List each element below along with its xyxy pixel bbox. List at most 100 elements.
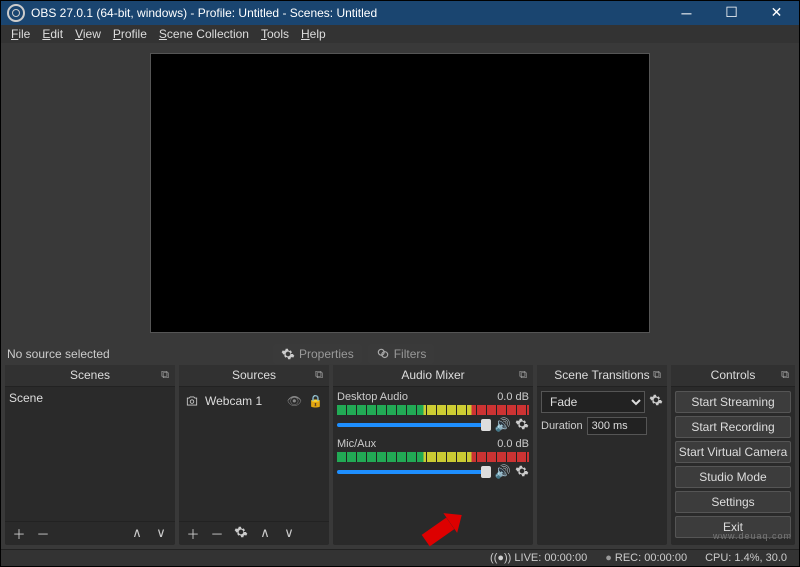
track-name: Desktop Audio [337,391,408,403]
sources-undock-icon[interactable]: ⧉ [315,369,323,382]
app-icon [7,4,25,22]
scene-down-button[interactable]: ∨ [151,525,171,541]
sources-header: Sources ⧉ [179,365,329,387]
menu-tools[interactable]: Tools [257,25,293,43]
broadcast-icon: ((●)) [490,552,511,564]
no-source-label: No source selected [7,347,267,361]
audio-track-desktop: Desktop Audio 0.0 dB 🔊 [337,391,529,434]
source-item[interactable]: Webcam 1 👁 🔒 [183,391,325,411]
controls-panel: Controls ⧉ Start Streaming Start Recordi… [671,365,795,545]
menu-view[interactable]: View [71,25,105,43]
filter-icon [376,347,390,361]
scene-add-button[interactable]: ＋ [9,524,29,543]
camera-icon [185,394,199,408]
close-button[interactable]: ✕ [754,1,799,25]
scenes-undock-icon[interactable]: ⧉ [161,369,169,382]
scenes-panel: Scenes ⧉ Scene ＋ － ∧ ∨ [5,365,175,545]
mixer-title: Audio Mixer [401,368,464,382]
speaker-icon[interactable]: 🔊 [495,417,511,433]
sources-list[interactable]: Webcam 1 👁 🔒 [179,387,329,521]
settings-button[interactable]: Settings [675,491,791,513]
transitions-body: Fade Duration [537,387,667,545]
scenes-title: Scenes [70,368,110,382]
transitions-header: Scene Transitions ⧉ [537,365,667,387]
filters-label: Filters [394,347,427,361]
menu-scene-collection[interactable]: Scene Collection [155,25,253,43]
mixer-body: Desktop Audio 0.0 dB 🔊 Mic/Aux [333,387,533,545]
scene-item[interactable]: Scene [9,391,171,405]
transitions-title: Scene Transitions [554,368,649,382]
app-window: OBS 27.0.1 (64-bit, windows) - Profile: … [0,0,800,567]
sources-footer: ＋ － ∧ ∨ [179,521,329,545]
controls-header: Controls ⧉ [671,365,795,387]
properties-button[interactable]: Properties [273,344,362,364]
scenes-header: Scenes ⧉ [5,365,175,387]
minimize-button[interactable]: ─ [664,1,709,25]
source-add-button[interactable]: ＋ [183,524,203,543]
gear-icon [515,464,529,478]
live-status: ((●)) LIVE: 00:00:00 [490,552,587,564]
transitions-panel: Scene Transitions ⧉ Fade Duration [537,365,667,545]
filters-button[interactable]: Filters [368,344,435,364]
transitions-undock-icon[interactable]: ⧉ [653,369,661,382]
properties-label: Properties [299,347,354,361]
lock-toggle-icon[interactable]: 🔒 [308,394,323,408]
track-db: 0.0 dB [497,438,529,450]
menu-edit[interactable]: Edit [38,25,67,43]
track-db: 0.0 dB [497,391,529,403]
menu-profile[interactable]: Profile [109,25,151,43]
slider-thumb[interactable] [481,419,491,431]
volume-slider[interactable] [337,423,491,427]
start-virtual-camera-button[interactable]: Start Virtual Camera [675,441,791,463]
gear-icon [234,525,248,539]
source-up-button[interactable]: ∧ [255,525,275,541]
gear-icon [649,393,663,407]
preview-area [1,43,799,343]
scenes-list[interactable]: Scene [5,387,175,521]
audio-mixer-panel: Audio Mixer ⧉ Desktop Audio 0.0 dB 🔊 [333,365,533,545]
controls-undock-icon[interactable]: ⧉ [781,369,789,382]
speaker-icon[interactable]: 🔊 [495,464,511,480]
gear-icon [281,347,295,361]
dock-panels: Scenes ⧉ Scene ＋ － ∧ ∨ Sources ⧉ [1,365,799,549]
transition-settings-button[interactable] [649,393,663,410]
audio-track-mic: Mic/Aux 0.0 dB 🔊 [337,438,529,481]
scene-up-button[interactable]: ∧ [127,525,147,541]
scenes-footer: ＋ － ∧ ∨ [5,521,175,545]
track-name: Mic/Aux [337,438,376,450]
menubar: File Edit View Profile Scene Collection … [1,25,799,43]
duration-input[interactable] [587,417,647,435]
sources-title: Sources [232,368,276,382]
track-settings-button[interactable] [515,417,529,434]
track-settings-button[interactable] [515,464,529,481]
watermark: www.deuaq.com [713,531,792,541]
slider-thumb[interactable] [481,466,491,478]
rec-status: ● REC: 00:00:00 [605,552,687,564]
start-streaming-button[interactable]: Start Streaming [675,391,791,413]
window-title: OBS 27.0.1 (64-bit, windows) - Profile: … [31,6,664,20]
transition-select[interactable]: Fade [541,391,645,413]
volume-meter [337,452,529,462]
visibility-toggle-icon[interactable]: 👁 [287,394,302,408]
mixer-undock-icon[interactable]: ⧉ [519,369,527,382]
volume-slider[interactable] [337,470,491,474]
controls-title: Controls [711,368,756,382]
source-properties-button[interactable] [231,525,251,542]
preview-canvas[interactable] [150,53,650,333]
sources-panel: Sources ⧉ Webcam 1 👁 🔒 ＋ － ∧ ∨ [179,365,329,545]
source-label: Webcam 1 [205,394,262,408]
start-recording-button[interactable]: Start Recording [675,416,791,438]
statusbar: ((●)) LIVE: 00:00:00 ● REC: 00:00:00 CPU… [1,549,799,566]
maximize-button[interactable]: ☐ [709,1,754,25]
record-icon: ● [605,552,612,564]
mixer-header: Audio Mixer ⧉ [333,365,533,387]
source-toolbar: No source selected Properties Filters [1,343,799,365]
source-down-button[interactable]: ∨ [279,525,299,541]
source-remove-button[interactable]: － [207,524,227,543]
studio-mode-button[interactable]: Studio Mode [675,466,791,488]
gear-icon [515,417,529,431]
menu-help[interactable]: Help [297,25,330,43]
scene-remove-button[interactable]: － [33,524,53,543]
menu-file[interactable]: File [7,25,34,43]
cpu-status: CPU: 1.4%, 30.0 [705,552,787,564]
